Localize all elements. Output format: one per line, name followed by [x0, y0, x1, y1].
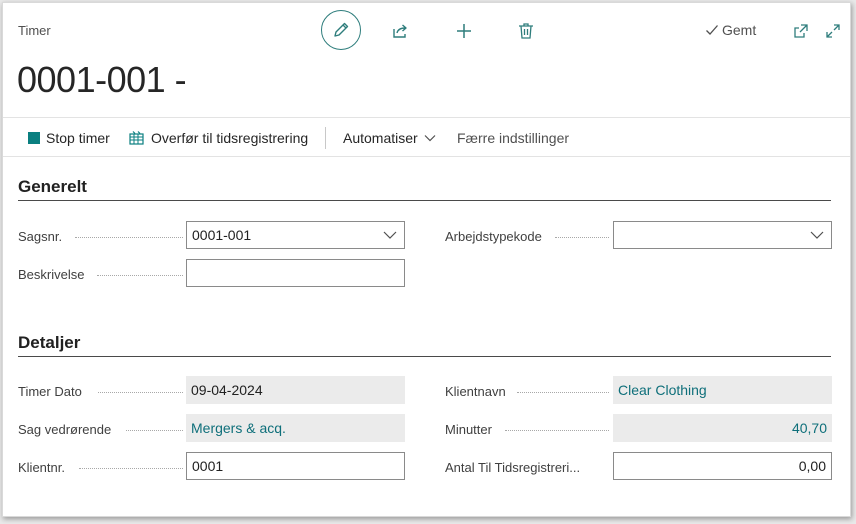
leader-dots — [79, 468, 183, 469]
action-bar: Stop timer Overfør til tidsregistrering … — [3, 117, 850, 157]
leader-dots — [555, 237, 609, 238]
share-button[interactable] — [390, 20, 412, 42]
case-regarding-value[interactable]: Mergers & acq. — [191, 420, 286, 436]
to-register-value: 0,00 — [798, 458, 826, 474]
case-no-value: 0001-001 — [192, 227, 252, 243]
stop-timer-label: Stop timer — [46, 130, 110, 146]
section-general-heading[interactable]: Generelt — [18, 177, 87, 197]
minutes-field[interactable]: 40,70 — [613, 414, 832, 442]
transfer-action[interactable]: Overfør til tidsregistrering — [129, 118, 308, 158]
action-separator — [325, 127, 326, 149]
description-field[interactable] — [186, 259, 405, 287]
case-regarding-label: Sag vedrørende — [18, 422, 112, 437]
open-new-window-button[interactable] — [791, 21, 811, 41]
to-register-field[interactable]: 0,00 — [613, 452, 832, 480]
leader-dots — [97, 275, 183, 276]
client-name-value[interactable]: Clear Clothing — [618, 382, 707, 398]
edit-button[interactable] — [321, 10, 361, 50]
minutes-label: Minutter — [445, 422, 492, 437]
transfer-label: Overfør til tidsregistrering — [151, 130, 309, 146]
client-no-label: Klientnr. — [18, 460, 65, 475]
leader-dots — [126, 430, 183, 431]
share-icon — [393, 24, 407, 38]
client-name-label: Klientnavn — [445, 384, 506, 399]
client-name-field[interactable]: Clear Clothing — [613, 376, 832, 404]
saved-status: Gemt — [705, 22, 756, 38]
new-button[interactable] — [453, 20, 475, 42]
delete-button[interactable] — [515, 20, 537, 42]
leader-dots — [517, 392, 609, 393]
expand-icon — [826, 24, 840, 38]
case-no-field[interactable]: 0001-001 — [186, 221, 405, 249]
timer-date-value: 09-04-2024 — [191, 382, 263, 398]
to-register-label: Antal Til Tidsregistreri... — [445, 460, 581, 475]
page-title: 0001-001 - — [17, 59, 187, 100]
page-caption: Timer — [18, 23, 51, 38]
stop-timer-action[interactable]: Stop timer — [28, 118, 110, 158]
fewer-options-action[interactable]: Færre indstillinger — [457, 118, 569, 158]
description-label: Beskrivelse — [18, 267, 85, 282]
client-no-value: 0001 — [192, 458, 224, 474]
checkmark-icon — [706, 25, 718, 35]
leader-dots — [505, 430, 609, 431]
timer-card: Timer 0001-001 - Gemt Stop timer Overfør… — [2, 2, 851, 517]
transfer-icon — [129, 131, 144, 145]
leader-dots — [75, 237, 183, 238]
chevron-down-icon — [424, 135, 436, 142]
leader-dots — [98, 392, 183, 393]
trash-icon — [519, 23, 533, 39]
pencil-icon — [334, 22, 349, 37]
chevron-down-icon — [383, 231, 397, 239]
client-no-field[interactable]: 0001 — [186, 452, 405, 480]
worktype-field[interactable] — [613, 221, 832, 249]
plus-icon — [457, 24, 471, 38]
automate-menu[interactable]: Automatiser — [343, 118, 436, 158]
fewer-options-label: Færre indstillinger — [457, 130, 570, 146]
minutes-value[interactable]: 40,70 — [792, 420, 827, 436]
saved-label: Gemt — [722, 22, 757, 38]
expand-button[interactable] — [823, 21, 843, 41]
section-divider — [18, 200, 831, 201]
stop-icon — [28, 132, 40, 144]
section-details-heading[interactable]: Detaljer — [18, 333, 80, 353]
automate-label: Automatiser — [343, 130, 418, 146]
section-divider — [18, 356, 831, 357]
timer-date-label: Timer Dato — [18, 384, 82, 399]
worktype-label: Arbejdstypekode — [445, 229, 542, 244]
timer-date-field: 09-04-2024 — [186, 376, 405, 404]
popout-icon — [794, 24, 808, 38]
chevron-down-icon — [810, 231, 824, 239]
case-no-label: Sagsnr. — [18, 229, 63, 244]
case-regarding-field[interactable]: Mergers & acq. — [186, 414, 405, 442]
